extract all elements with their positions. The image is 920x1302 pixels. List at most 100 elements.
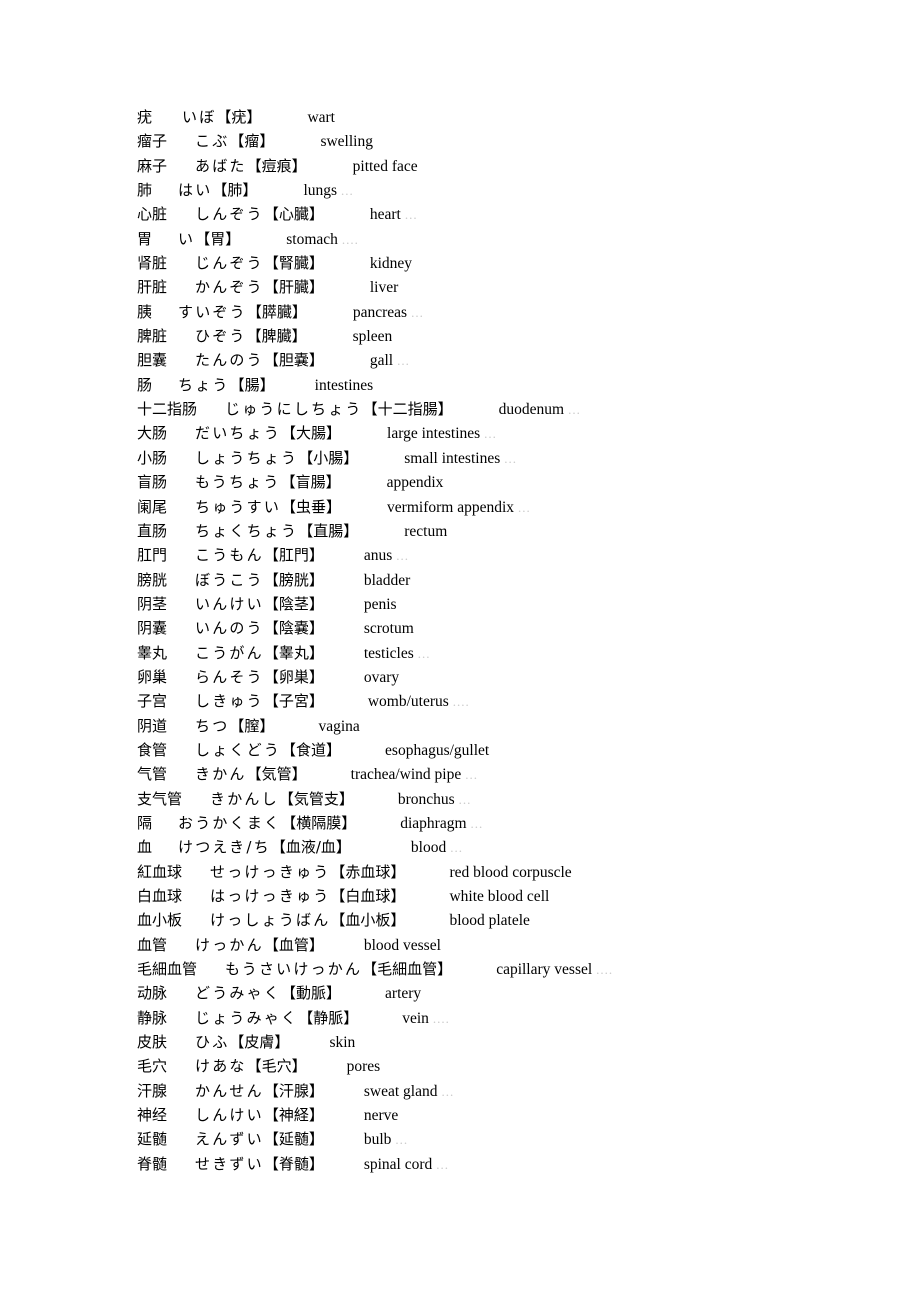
vocab-kana: はい: [178, 181, 213, 200]
vocab-reading: しんぞう【心臓】: [195, 202, 324, 226]
vocab-headword: 动脉: [137, 984, 168, 1003]
vocab-headword: 血小板: [137, 911, 183, 930]
vocab-kana: たんのう: [195, 351, 264, 370]
vocab-kana: いんのう: [195, 619, 264, 638]
vocab-row: 血管 けっかん【血管】 blood vessel: [137, 933, 877, 957]
vocab-kana: こぶ: [195, 132, 230, 151]
vocab-headword: 子宫: [137, 692, 168, 711]
vocab-kanji-bracket: 【陰嚢】: [263, 619, 324, 638]
vocab-kanji-bracket: 【白血球】: [330, 887, 406, 905]
vocab-english-gloss: pancreas: [352, 303, 408, 321]
vocab-english-gloss: skin: [329, 1034, 356, 1052]
vocab-kanji-bracket: 【肺】: [212, 181, 258, 200]
vocab-english-gloss: trachea/wind pipe: [350, 766, 462, 784]
vocab-kanji-bracket: 【血管】: [263, 935, 324, 954]
vocab-reading: じょうみゃく【静脈】: [195, 1006, 358, 1030]
vocab-reading: いぼ【疣】: [182, 105, 261, 129]
vocab-kana: きかん: [195, 765, 247, 784]
vocab-kanji-bracket: 【横隔膜】: [281, 813, 357, 832]
vocab-headword: 血: [137, 838, 153, 857]
faint-trailing-marks: ...: [441, 1083, 455, 1099]
vocab-english-gloss: pitted face: [352, 157, 418, 175]
vocab-kana: い: [178, 229, 196, 248]
vocab-row: 子宫 しきゅう【子宮】 womb/uterus....: [137, 689, 877, 713]
vocab-kanji-bracket: 【心臓】: [263, 205, 324, 224]
vocab-headword: 白血球: [137, 887, 183, 905]
vocab-row: 支气管 きかんし【気管支】 bronchus...: [137, 787, 877, 811]
vocab-headword: 阴茎: [137, 594, 168, 613]
vocab-kanji-bracket: 【肝臓】: [263, 278, 324, 297]
vocab-headword: 延髄: [137, 1130, 168, 1149]
vocab-reading: きかんし【気管支】: [210, 787, 354, 811]
vocab-row: 十二指肠 じゅうにしちょう【十二指腸】 duodenum...: [137, 397, 877, 421]
vocab-kana: こうがん: [195, 643, 264, 662]
vocab-english-gloss: large intestines: [387, 425, 481, 443]
vocab-english-gloss: blood: [410, 839, 447, 857]
vocab-headword: 麻子: [137, 156, 168, 175]
vocab-headword: 肺: [137, 181, 153, 200]
vocab-headword: 盲肠: [137, 473, 168, 492]
vocab-kana: かんせん: [195, 1081, 264, 1100]
vocab-row: 直肠 ちょくちょう【直腸】 rectum: [137, 519, 877, 543]
vocab-reading: もうさいけっかん【毛細血管】: [225, 957, 452, 981]
vocab-row: 气管 きかん【気管】 trachea/wind pipe...: [137, 762, 877, 786]
vocab-kana: けっしょうばん: [210, 911, 331, 930]
vocab-reading: けつえき/ち【血液/血】: [178, 835, 351, 859]
vocab-headword: 紅血球: [137, 862, 183, 881]
faint-trailing-marks: ...: [568, 402, 581, 418]
vocab-row: 肺 はい【肺】 lungs...: [137, 178, 877, 202]
vocab-kana: あばた: [195, 156, 247, 175]
vocab-headword: 皮肤: [137, 1033, 168, 1052]
vocab-row: 瘤子 こぶ【瘤】 swelling: [137, 129, 877, 153]
faint-trailing-marks: ...: [411, 304, 424, 320]
vocab-kana: はっけっきゅう: [210, 887, 331, 905]
vocab-reading: ちょう【腸】: [178, 373, 275, 397]
vocab-reading: しょくどう【食道】: [195, 738, 341, 762]
vocab-kana: えんずい: [195, 1130, 264, 1149]
vocab-headword: 大肠: [137, 424, 168, 443]
vocab-kana: だいちょう: [195, 424, 282, 443]
vocab-english-gloss: testicles: [363, 644, 414, 662]
faint-trailing-marks: ...: [396, 548, 410, 564]
faint-trailing-marks: ...: [518, 499, 531, 515]
vocab-reading: しんけい【神経】: [195, 1103, 324, 1127]
vocab-reading: いんけい【陰茎】: [195, 592, 324, 616]
faint-trailing-marks: ....: [452, 694, 470, 710]
vocab-english-gloss: heart: [369, 206, 401, 224]
vocab-row: 毛穴 けあな【毛穴】 pores: [137, 1054, 877, 1078]
vocab-kana: らんそう: [195, 667, 264, 686]
vocab-english-gloss: pores: [346, 1058, 381, 1076]
vocab-kana: かんぞう: [195, 278, 264, 297]
vocab-row: 睾丸 こうがん【睾丸】 testicles...: [137, 641, 877, 665]
vocab-kana: しんぞう: [195, 205, 264, 224]
vocab-row: 盲肠 もうちょう【盲腸】 appendix: [137, 470, 877, 494]
vocab-reading: じゅうにしちょう【十二指腸】: [225, 397, 453, 421]
vocab-row: 肛門 こうもん【肛門】 anus...: [137, 543, 877, 567]
vocab-row: 疣 いぼ【疣】 wart: [137, 105, 877, 129]
vocab-kanji-bracket: 【膀胱】: [263, 570, 324, 589]
vocab-kanji-bracket: 【陰茎】: [263, 594, 324, 613]
vocab-headword: 疣: [137, 108, 153, 126]
vocab-kanji-bracket: 【卵巣】: [263, 667, 324, 686]
faint-trailing-marks: ...: [404, 207, 418, 223]
vocab-english-gloss: womb/uterus: [367, 693, 449, 711]
vocab-english-gloss: blood platele: [449, 912, 530, 930]
vocab-english-gloss: gall: [369, 352, 394, 370]
vocab-kanji-bracket: 【神経】: [263, 1106, 324, 1125]
vocab-kana: ちょう: [178, 375, 230, 394]
vocab-reading: ちゅうすい【虫垂】: [195, 495, 341, 519]
vocab-headword: 膀胱: [137, 570, 168, 589]
vocab-reading: あばた【痘痕】: [195, 154, 307, 178]
vocab-reading: おうかくまく【横隔膜】: [178, 811, 356, 835]
vocab-reading: ぼうこう【膀胱】: [195, 568, 324, 592]
vocab-english-gloss: scrotum: [363, 620, 414, 638]
vocab-headword: 阑尾: [137, 497, 168, 516]
vocab-kanji-bracket: 【痘痕】: [246, 156, 307, 175]
vocab-headword: 阴道: [137, 716, 168, 735]
vocab-kanji-bracket: 【瘤】: [229, 132, 275, 151]
vocab-row: 肝脏 かんぞう【肝臓】 liver: [137, 275, 877, 299]
vocab-row: 紅血球 せっけっきゅう【赤血球】 red blood corpuscle: [137, 860, 877, 884]
vocab-headword: 十二指肠: [137, 400, 198, 419]
faint-trailing-marks: ...: [470, 815, 484, 831]
vocab-english-gloss: esophagus/gullet: [385, 741, 490, 759]
